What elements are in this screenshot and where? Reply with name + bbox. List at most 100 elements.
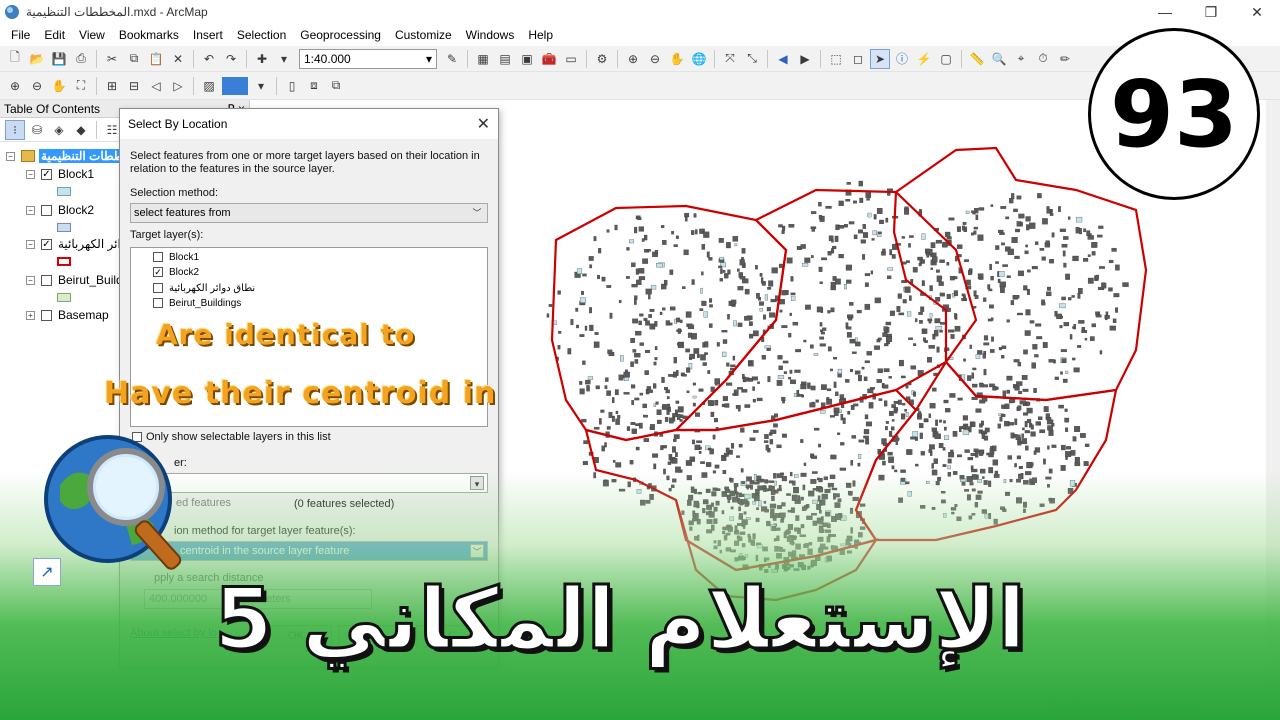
save-icon[interactable]: 💾	[50, 50, 68, 68]
target-layer-item[interactable]: Beirut_Buildings	[153, 296, 241, 310]
scale-combo[interactable]: 1:40.000 ▾	[299, 48, 437, 69]
layer-checkbox[interactable]	[41, 274, 52, 286]
layer-checkbox[interactable]	[41, 309, 52, 321]
selection-method-combo[interactable]: select features from ﹀	[130, 203, 488, 223]
open-icon[interactable]: 📂	[28, 50, 46, 68]
close-window-button[interactable]: ✕	[1234, 0, 1280, 24]
georef-icon[interactable]: ▨	[200, 77, 218, 95]
html-popup-icon[interactable]: ▢	[937, 50, 955, 68]
python-icon[interactable]: ▭	[562, 50, 580, 68]
forward-icon[interactable]: ▶	[796, 50, 814, 68]
toolbox-icon[interactable]: 🧰	[540, 50, 558, 68]
menu-windows[interactable]: Windows	[459, 28, 522, 42]
list-by-visibility-icon[interactable]: ◈	[50, 121, 68, 139]
menu-edit[interactable]: Edit	[37, 28, 72, 42]
layer-checkbox[interactable]: ✓	[41, 238, 52, 250]
go-to-xy-icon[interactable]: ⌖	[1012, 50, 1030, 68]
toc-layer-beirut[interactable]: − Beirut_Build	[26, 272, 123, 288]
layout-zoom-out-icon[interactable]: ⊖	[28, 77, 46, 95]
menu-customize[interactable]: Customize	[388, 28, 459, 42]
fixed-zoom-out-icon[interactable]: ⤡	[743, 50, 761, 68]
fixed-zoom-in-icon[interactable]: ⤧	[721, 50, 739, 68]
zoom-in-icon[interactable]: ⊕	[624, 50, 642, 68]
collapse-icon[interactable]: −	[26, 239, 35, 249]
target-layer-item[interactable]: Block1	[153, 250, 199, 264]
hyperlink-icon[interactable]: ⚡	[915, 50, 933, 68]
clear-selection-icon[interactable]: ◻	[849, 50, 867, 68]
redo-icon[interactable]: ↷	[222, 50, 240, 68]
menu-geoprocessing[interactable]: Geoprocessing	[293, 28, 388, 42]
dropdown-icon-2[interactable]: ▾	[252, 77, 270, 95]
toc-layer-block2[interactable]: − Block2	[26, 202, 94, 218]
toc-layer-basemap[interactable]: + Basemap	[26, 307, 109, 323]
editor-icon[interactable]: ✎	[443, 50, 461, 68]
copy-icon[interactable]: ⧉	[125, 50, 143, 68]
layout-prev-icon[interactable]: ◁	[147, 77, 165, 95]
target-checkbox[interactable]: ✓	[153, 267, 163, 277]
minimize-button[interactable]: —	[1142, 0, 1188, 24]
collapse-icon[interactable]: −	[26, 169, 35, 179]
search-window-icon[interactable]: ▣	[518, 50, 536, 68]
add-data-icon[interactable]: ✚	[253, 50, 271, 68]
maximize-button[interactable]: ❐	[1188, 0, 1234, 24]
menu-view[interactable]: View	[72, 28, 112, 42]
expand-icon[interactable]: +	[26, 310, 35, 320]
draw-icon[interactable]: ✏	[1056, 50, 1074, 68]
table-icon[interactable]: ▦	[474, 50, 492, 68]
layout-fit-icon[interactable]: ⊟	[125, 77, 143, 95]
map-vertical-scrollbar[interactable]	[1266, 100, 1280, 696]
catalog-icon[interactable]: ▤	[496, 50, 514, 68]
select-icon[interactable]: ➤	[870, 48, 890, 69]
print-icon[interactable]: ⎙	[72, 50, 90, 68]
delete-icon[interactable]: ✕	[169, 50, 187, 68]
full-extent-icon[interactable]: 🌐	[690, 50, 708, 68]
target-checkbox[interactable]	[153, 298, 163, 308]
dropdown-icon[interactable]: ▾	[275, 50, 293, 68]
measure-icon[interactable]: 📏	[968, 50, 986, 68]
list-by-source-icon[interactable]: ⛁	[28, 121, 46, 139]
time-slider-icon[interactable]: ⏱	[1034, 50, 1052, 68]
building-footprint	[929, 403, 936, 409]
layout-100-icon[interactable]: ⊞	[103, 77, 121, 95]
menu-bookmarks[interactable]: Bookmarks	[112, 28, 186, 42]
model-icon[interactable]: ⚙	[593, 50, 611, 68]
layout-zoom-in-icon[interactable]: ⊕	[6, 77, 24, 95]
layout-full-icon[interactable]: ⛶	[72, 77, 90, 95]
zoom-out-icon[interactable]: ⊖	[646, 50, 664, 68]
collapse-icon[interactable]: −	[26, 275, 35, 285]
building-footprint	[997, 423, 1001, 429]
paste-icon[interactable]: 📋	[147, 50, 165, 68]
cut-icon[interactable]: ✂	[103, 50, 121, 68]
list-by-selection-icon[interactable]: ◆	[72, 121, 90, 139]
layout-pan-icon[interactable]: ✋	[50, 77, 68, 95]
layout-export-icon[interactable]: ⧉	[327, 77, 345, 95]
close-icon[interactable]: ✕	[477, 114, 490, 134]
target-checkbox[interactable]	[153, 252, 163, 262]
identify-icon[interactable]: ⓘ	[893, 50, 911, 68]
undo-icon[interactable]: ↶	[200, 50, 218, 68]
new-icon[interactable]: 🗋	[6, 50, 24, 68]
layer-checkbox[interactable]	[41, 204, 52, 216]
menu-selection[interactable]: Selection	[230, 28, 293, 42]
page-icon[interactable]: ▯	[283, 77, 301, 95]
target-layer-item[interactable]: ✓ Block2	[153, 265, 199, 279]
target-layer-item[interactable]: نطاق دوائر الكهربائية	[153, 281, 255, 295]
toc-layer-electric[interactable]: − ✓ دوائر الكهربائية	[26, 236, 132, 252]
back-icon[interactable]: ◀	[774, 50, 792, 68]
layer-checkbox[interactable]: ✓	[41, 168, 52, 180]
target-checkbox[interactable]	[153, 283, 163, 293]
color-box-icon[interactable]	[222, 76, 248, 95]
menu-help[interactable]: Help	[521, 28, 560, 42]
find-icon[interactable]: 🔍	[990, 50, 1008, 68]
pan-icon[interactable]: ✋	[668, 50, 686, 68]
collapse-icon[interactable]: −	[26, 205, 35, 215]
toc-layer-block1[interactable]: − ✓ Block1	[26, 166, 94, 182]
building-footprint	[790, 379, 796, 385]
layout-next-icon[interactable]: ▷	[169, 77, 187, 95]
select-features-icon[interactable]: ⬚	[827, 50, 845, 68]
collapse-icon[interactable]: −	[6, 151, 15, 161]
layout-tool-icon[interactable]: ⧈	[305, 77, 323, 95]
menu-insert[interactable]: Insert	[186, 28, 230, 42]
menu-file[interactable]: File	[4, 28, 37, 42]
list-by-drawing-order-icon[interactable]: ⁝	[5, 119, 25, 140]
